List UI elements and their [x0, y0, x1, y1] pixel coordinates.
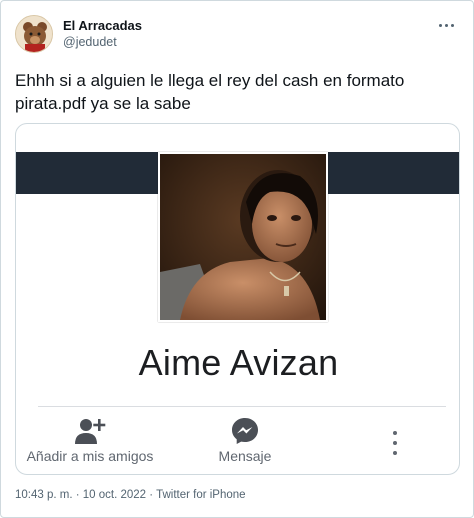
- add-friend-icon: [75, 419, 106, 444]
- author-names: El Arracadas @jedudet: [63, 17, 142, 51]
- add-friend-button[interactable]: Añadir a mis amigos: [16, 414, 164, 464]
- attached-image[interactable]: Aime Avizan Añadir a mis amigos Mensaje: [15, 123, 460, 475]
- profile-name: Aime Avizan: [138, 342, 339, 383]
- tweet-text: Ehhh si a alguien le llega el rey del ca…: [15, 71, 405, 113]
- messenger-icon: [232, 418, 258, 444]
- profile-photo: [158, 152, 328, 322]
- tweet-container: El Arracadas @jedudet Ehhh si a alguien …: [0, 0, 474, 518]
- tweet-header: El Arracadas @jedudet: [15, 15, 461, 55]
- message-label: Mensaje: [218, 448, 272, 464]
- more-options-icon[interactable]: [437, 19, 457, 33]
- avatar[interactable]: [15, 15, 53, 53]
- profile-photo-image: [160, 154, 326, 320]
- divider: [38, 406, 446, 407]
- bear-avatar-icon: [16, 16, 52, 52]
- more-actions-icon[interactable]: [388, 430, 402, 456]
- tweet-timestamp[interactable]: 10:43 p. m. · 10 oct. 2022 · Twitter for…: [15, 489, 246, 501]
- add-friend-label: Añadir a mis amigos: [26, 448, 154, 464]
- user-handle[interactable]: @jedudet: [63, 34, 142, 51]
- display-name[interactable]: El Arracadas: [63, 17, 142, 34]
- message-button[interactable]: Mensaje: [200, 414, 290, 464]
